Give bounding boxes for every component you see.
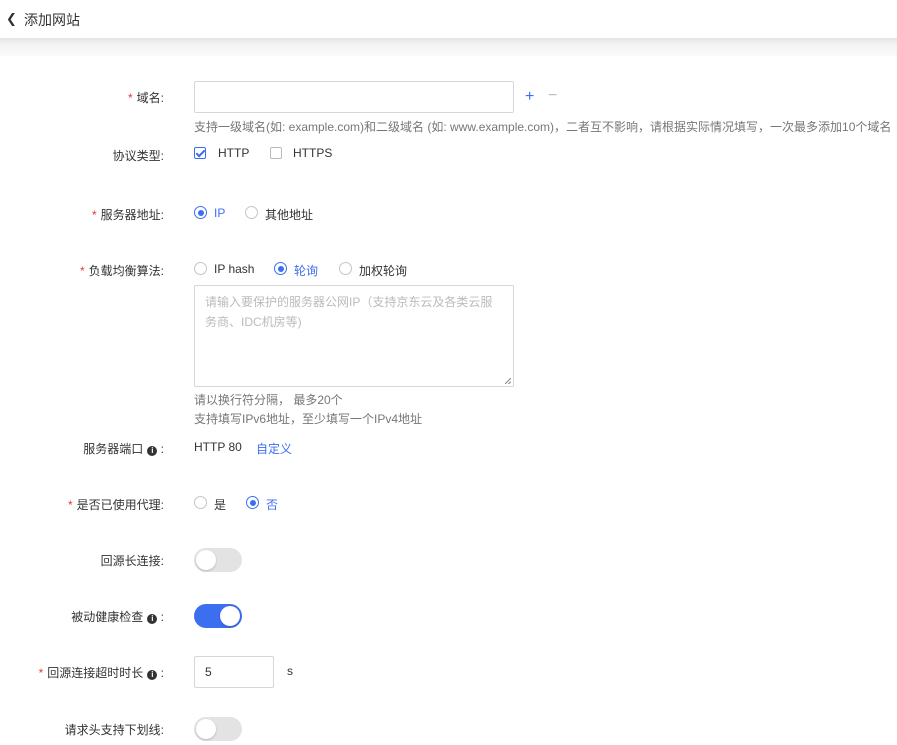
timeout-input[interactable]: [194, 656, 274, 688]
underscore-header-label: 请求头支持下划线:: [64, 723, 164, 737]
proxy-yes-radio[interactable]: [194, 496, 207, 509]
custom-port-link[interactable]: 自定义: [256, 440, 292, 457]
https-option-label: HTTPS: [293, 146, 333, 160]
page-title: 添加网站: [24, 12, 80, 28]
toggle-knob: [220, 606, 240, 626]
server-port-value: HTTP 80: [194, 440, 242, 454]
lb-roundrobin-radio[interactable]: [274, 262, 287, 275]
server-address-ip-label: IP: [214, 206, 226, 220]
timeout-label: * 回源连接超时时长 i :: [38, 666, 164, 680]
info-icon[interactable]: i: [147, 446, 158, 456]
ip-hint-1: 请以换行符分隔， 最多20个: [194, 393, 343, 407]
http-option-label: HTTP: [218, 146, 250, 160]
underscore-header-toggle[interactable]: [194, 717, 242, 741]
domain-label: * 域名:: [127, 91, 164, 105]
server-address-ip-radio[interactable]: [194, 206, 207, 219]
header-divider: [0, 38, 897, 56]
domain-input[interactable]: [194, 81, 514, 113]
server-address-other-radio[interactable]: [245, 206, 258, 219]
server-ip-textarea[interactable]: 请输入要保护的服务器公网IP（支持京东云及各类云服务商、IDC机房等): [194, 285, 514, 387]
proxy-yes-label: 是: [214, 498, 227, 512]
page-header: ❮ 添加网站: [0, 0, 897, 38]
toggle-knob: [196, 719, 216, 739]
textarea-placeholder: 请输入要保护的服务器公网IP（支持京东云及各类云服务商、IDC机房等): [205, 295, 493, 329]
https-checkbox[interactable]: [270, 147, 282, 159]
server-address-other-label: 其他地址: [265, 208, 314, 222]
ip-hint-2: 支持填写IPv6地址，至少填写一个IPv4地址: [194, 412, 423, 426]
proxy-label: * 是否已使用代理:: [67, 498, 164, 512]
info-icon[interactable]: i: [147, 614, 158, 624]
lb-iphash-radio[interactable]: [194, 262, 207, 275]
load-balance-label: * 负载均衡算法:: [79, 264, 164, 278]
server-address-label: * 服务器地址:: [91, 208, 164, 222]
protocol-label: 协议类型:: [112, 149, 164, 163]
health-check-label: 被动健康检查 i :: [71, 610, 164, 624]
add-domain-button[interactable]: +: [525, 88, 534, 106]
lb-iphash-label: IP hash: [214, 262, 255, 276]
lb-roundrobin-label: 轮询: [294, 264, 319, 278]
domain-hint: 支持一级域名(如: example.com)和二级域名 (如: www.exam…: [194, 120, 892, 134]
keepalive-toggle[interactable]: [194, 548, 242, 572]
toggle-knob: [196, 550, 216, 570]
proxy-no-label: 否: [266, 498, 279, 512]
lb-weighted-label: 加权轮询: [359, 264, 408, 278]
remove-domain-button[interactable]: −: [548, 87, 557, 105]
keepalive-label: 回源长连接:: [100, 554, 164, 568]
lb-weighted-radio[interactable]: [339, 262, 352, 275]
proxy-no-radio[interactable]: [246, 496, 259, 509]
chevron-left-icon[interactable]: ❮: [6, 11, 17, 27]
server-port-label: 服务器端口 i :: [83, 442, 164, 456]
info-icon[interactable]: i: [147, 670, 158, 680]
timeout-unit: s: [287, 664, 293, 678]
health-check-toggle[interactable]: [194, 604, 242, 628]
resize-handle-icon[interactable]: [505, 378, 511, 384]
http-checkbox[interactable]: [194, 147, 206, 159]
